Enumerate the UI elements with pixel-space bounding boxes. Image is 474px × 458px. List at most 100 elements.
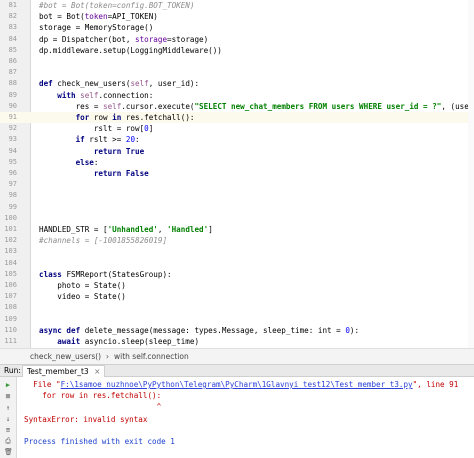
code-token: dp.middleware.setup(LoggingMiddleware()) — [39, 45, 222, 55]
soft-wrap-icon[interactable]: ≡ — [4, 426, 12, 434]
code-token: rslt = row[ — [39, 124, 145, 134]
traceback-caret-line: ^ — [24, 402, 162, 411]
code-text: with self.connection: — [39, 90, 153, 101]
down-arrow-icon[interactable]: ↓ — [4, 415, 12, 423]
process-exit-message: Process finished with exit code 1 — [24, 437, 175, 446]
code-line[interactable]: 96 return False — [0, 168, 474, 179]
run-icon[interactable]: ▶ — [4, 381, 12, 389]
code-text: if rslt >= 20: — [39, 134, 140, 145]
code-token: if — [39, 135, 90, 145]
line-number: 89 — [8, 90, 17, 99]
traceback-file-link[interactable]: F:\1samoe_nuzhnoe\PyPython\Telegram\PyCh… — [61, 380, 413, 389]
code-line[interactable]: 108 — [0, 302, 474, 313]
line-number: 107 — [4, 292, 17, 301]
line-number: 90 — [8, 101, 17, 110]
line-number: 102 — [4, 236, 17, 245]
line-number: 91 — [8, 113, 17, 121]
code-token: with — [39, 90, 81, 100]
line-number: 103 — [4, 247, 17, 256]
code-text: bot = Bot(token=API_TOKEN) — [39, 11, 158, 22]
code-token: int — [317, 325, 332, 335]
code-text: return True — [39, 146, 144, 157]
code-line[interactable]: 103 — [0, 246, 474, 257]
code-line[interactable]: 109 — [0, 314, 474, 325]
line-number: 96 — [8, 169, 17, 177]
code-line[interactable]: 111 await asyncio.sleep(sleep_time) — [0, 336, 474, 347]
code-line[interactable]: 92 rslt = row[0] — [0, 123, 474, 134]
line-number: 99 — [8, 202, 17, 211]
traceback-prefix: File " — [24, 380, 61, 389]
code-line[interactable]: 95 else: — [0, 157, 474, 168]
code-token: def — [39, 79, 58, 89]
code-token: 'Unhandled' — [107, 225, 158, 234]
code-token: class — [39, 269, 67, 279]
code-text: dp.middleware.setup(LoggingMiddleware()) — [39, 45, 222, 56]
line-number: 111 — [4, 337, 17, 345]
code-text: async def delete_message(message: types.… — [39, 325, 359, 336]
code-line[interactable]: 101 HANDLED_STR = ['Unhandled', 'Handled'… — [0, 224, 474, 235]
code-text: #channels = [-1001855826019] — [39, 235, 167, 246]
code-line[interactable]: 107 video = State() — [0, 291, 474, 302]
code-line[interactable]: 91 for row in res.fetchall(): — [0, 112, 474, 124]
code-line[interactable]: 81 #bot = Bot(token=config.BOT_TOKEN) — [0, 0, 474, 11]
code-line[interactable]: 94 return True — [0, 146, 474, 157]
code-text: storage = MemoryStorage() — [39, 22, 153, 33]
code-line[interactable]: 106 photo = State() — [0, 280, 474, 291]
code-line[interactable]: 86 — [0, 56, 474, 67]
code-token: .cursor.execute( — [121, 101, 195, 111]
up-arrow-icon[interactable]: ↑ — [4, 404, 12, 412]
code-text: await asyncio.sleep(sleep_time) — [39, 336, 199, 347]
code-line[interactable]: 85 dp.middleware.setup(LoggingMiddleware(… — [0, 45, 474, 56]
code-token: check_new_users( — [57, 79, 131, 89]
line-number: 97 — [8, 180, 17, 189]
code-line[interactable]: 104 — [0, 258, 474, 269]
code-line[interactable]: 84 dp = Dispatcher(bot, storage=storage) — [0, 34, 474, 45]
line-number: 95 — [8, 157, 17, 166]
code-token: storage = MemoryStorage() — [39, 23, 154, 33]
run-tool-window-header: Run: Test_member_t3 × — [0, 365, 474, 377]
code-text: #bot = Bot(token=config.BOT_TOKEN) — [39, 0, 194, 11]
tab-close-icon[interactable]: × — [94, 367, 100, 376]
run-console[interactable]: ▶ ■ ↑ ↓ ≡ ⎙ 🗑 File "F:\1samoe_nuzhnoe\Py… — [0, 377, 474, 458]
code-line[interactable]: 99 — [0, 202, 474, 213]
code-token: for — [39, 113, 94, 122]
code-line[interactable]: 89 with self.connection: — [0, 90, 474, 101]
code-token: self — [103, 101, 122, 111]
line-number: 94 — [8, 146, 17, 155]
code-line[interactable]: 105 class FSMReport(StatesGroup): — [0, 269, 474, 280]
code-line[interactable]: 100 — [0, 213, 474, 224]
code-line[interactable]: 97 — [0, 179, 474, 190]
code-line[interactable]: 88 def check_new_users(self, user_id): — [0, 78, 474, 89]
code-line[interactable]: 102 #channels = [-1001855826019] — [0, 235, 474, 246]
line-number: 93 — [8, 135, 17, 144]
code-token: 20 — [125, 135, 136, 145]
run-tab-test-member[interactable]: Test_member_t3 × — [22, 365, 106, 377]
code-editor[interactable]: 81 #bot = Bot(token=config.BOT_TOKEN) 82 bo… — [0, 0, 474, 348]
line-number: 98 — [8, 191, 17, 200]
line-number: 83 — [8, 23, 17, 32]
print-icon[interactable]: ⎙ — [4, 437, 12, 445]
code-token: bot = Bot( — [39, 12, 85, 22]
code-token: =API_TOKEN) — [107, 12, 158, 22]
code-line[interactable]: 90 res = self.cursor.execute("SELECT new… — [0, 101, 474, 112]
editor-scrollbar[interactable] — [468, 0, 474, 348]
code-line[interactable]: 98 — [0, 190, 474, 201]
stop-icon[interactable]: ■ — [4, 392, 12, 400]
code-token: res.fetchall(): — [125, 113, 195, 122]
breadcrumb-item-function[interactable]: check_new_users() — [30, 352, 101, 361]
code-token: ): — [349, 325, 360, 335]
code-line[interactable]: 110 async def delete_message(message: typ… — [0, 325, 474, 336]
code-token: self — [130, 79, 149, 89]
code-line[interactable]: 87 — [0, 67, 474, 78]
code-line[interactable]: 83 storage = MemoryStorage() — [0, 22, 474, 33]
line-number: 110 — [4, 325, 17, 334]
breadcrumb-item-with[interactable]: with self.connection — [114, 352, 189, 361]
trash-icon[interactable]: 🗑 — [4, 448, 13, 456]
code-token: row — [93, 113, 113, 122]
code-token: , user_id): — [148, 79, 200, 89]
code-line[interactable]: 93 if rslt >= 20: — [0, 134, 474, 145]
code-text: video = State() — [39, 291, 126, 302]
line-number: 106 — [4, 281, 17, 289]
code-token: =storage) — [167, 34, 209, 44]
code-line[interactable]: 82 bot = Bot(token=API_TOKEN) — [0, 11, 474, 22]
